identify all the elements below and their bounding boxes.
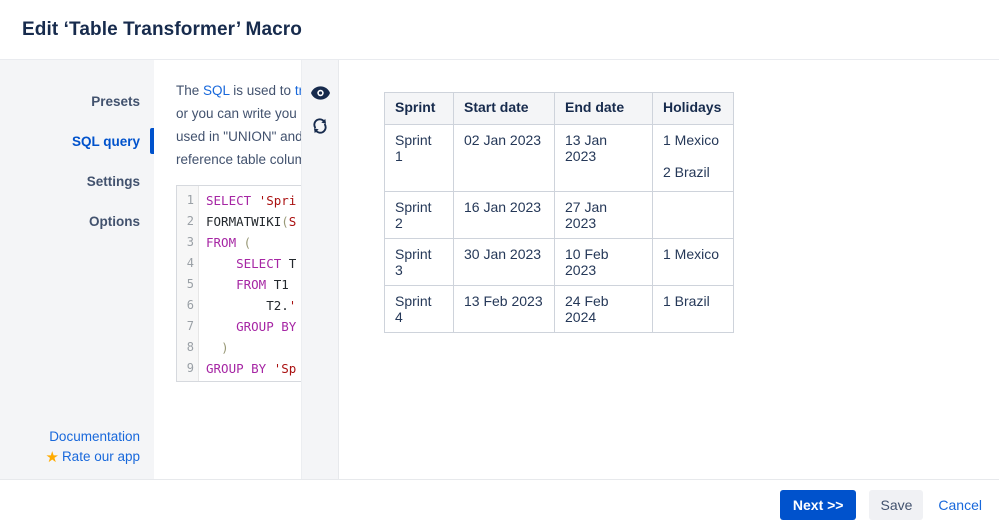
preview-eye-button[interactable]	[310, 83, 330, 103]
sidebar-nav: Presets SQL query Settings Options	[0, 81, 154, 241]
table-cell: Sprint 2	[384, 191, 454, 239]
result-preview-area: Sprint Start date End date Holidays Sprint …	[339, 60, 999, 479]
line-number: 1	[186, 193, 194, 207]
code-line: SELECT 'Spri	[206, 193, 297, 208]
table-cell-holidays	[652, 191, 734, 239]
table-row: Sprint 1 02 Jan 2023 13 Jan 2023 1 Mexico 2 …	[384, 124, 734, 192]
table-cell: 10 Feb 2023	[554, 238, 653, 286]
table-cell: 13 Jan 2023	[554, 124, 653, 192]
description-link[interactable]: tr	[295, 83, 301, 98]
line-number: 8	[186, 340, 194, 354]
table-cell: 13 Feb 2023	[453, 285, 555, 333]
table-header-cell: End date	[554, 92, 653, 125]
line-number: 9	[186, 361, 194, 375]
table-row: Sprint 2 16 Jan 2023 27 Jan 2023	[384, 191, 734, 239]
table-cell-holidays: 1 Mexico	[652, 238, 734, 286]
dialog-footer: Next >> Save Cancel	[0, 480, 999, 530]
table-cell-holidays: 1 Brazil	[652, 285, 734, 333]
description-line: or you can write you	[176, 106, 297, 121]
code-line: T2.'	[206, 298, 297, 313]
sql-editor-panel: The SQL is used to tr or you can write yo…	[154, 60, 302, 479]
description-line: reference table colum	[176, 152, 302, 167]
table-cell-holidays: 1 Mexico 2 Brazil	[652, 124, 734, 192]
star-icon: ★	[45, 449, 59, 466]
line-number: 5	[186, 277, 194, 291]
page-title: Edit ‘Table Transformer’ Macro	[22, 18, 302, 40]
description-link[interactable]: SQL	[203, 83, 230, 98]
table-cell: 24 Feb 2024	[554, 285, 653, 333]
code-line: )	[221, 340, 229, 355]
sidebar-item-sql-query[interactable]: SQL query	[0, 121, 154, 161]
code-line: FROM T1	[236, 277, 289, 292]
refresh-icon	[313, 118, 327, 134]
line-number: 3	[186, 235, 194, 249]
table-header-cell: Holidays	[652, 92, 734, 125]
table-cell: Sprint 4	[384, 285, 454, 333]
table-cell: Sprint 1	[384, 124, 454, 192]
table-header-cell: Sprint	[384, 92, 454, 125]
sidebar-item-presets[interactable]: Presets	[0, 81, 154, 121]
line-number: 2	[186, 214, 194, 228]
dialog-body: Presets SQL query Settings Options Document…	[0, 60, 999, 480]
table-cell: 02 Jan 2023	[453, 124, 555, 192]
sidebar-item-settings[interactable]: Settings	[0, 161, 154, 201]
editor-toolbar	[302, 60, 339, 479]
sql-description: The SQL is used to tr or you can write yo…	[176, 79, 301, 171]
dialog-header: Edit ‘Table Transformer’ Macro	[0, 0, 999, 60]
code-line: GROUP BY 'Sp	[206, 361, 297, 376]
description-line: The SQL is used to tr	[176, 79, 301, 102]
sidebar-links: Documentation ★ Rate our app	[45, 427, 140, 468]
code-line: FORMATWIKI(S	[206, 214, 297, 229]
line-number: 6	[186, 298, 194, 312]
code-line: GROUP BY	[236, 319, 297, 334]
table-cell: 30 Jan 2023	[453, 238, 555, 286]
line-number: 4	[186, 256, 194, 270]
documentation-link[interactable]: Documentation	[49, 429, 140, 444]
table-header-row: Sprint Start date End date Holidays	[384, 92, 734, 125]
refresh-button[interactable]	[310, 116, 330, 136]
next-button[interactable]: Next >>	[779, 490, 857, 520]
sidebar: Presets SQL query Settings Options Document…	[0, 60, 154, 479]
line-number: 7	[186, 319, 194, 333]
sidebar-item-options[interactable]: Options	[0, 201, 154, 241]
sql-code-editor[interactable]: 1 2 3 4 5 6 7 8 9 SELECT 'Spri FORMATWIKI(S FROM (…	[176, 185, 301, 382]
save-button[interactable]: Save	[869, 490, 924, 520]
table-header-cell: Start date	[453, 92, 555, 125]
eye-icon	[310, 86, 330, 100]
table-cell: 16 Jan 2023	[453, 191, 555, 239]
code-content[interactable]: SELECT 'Spri FORMATWIKI(S FROM ( SELECT T …	[199, 186, 296, 381]
rate-our-app-link[interactable]: Rate our app	[62, 449, 140, 464]
description-line: used in "UNION" and	[176, 129, 302, 144]
table-cell: Sprint 3	[384, 238, 454, 286]
table-row: Sprint 4 13 Feb 2023 24 Feb 2024 1 Brazil	[384, 285, 734, 333]
code-line: FROM (	[206, 235, 252, 250]
code-line: SELECT T	[236, 256, 297, 271]
preview-table: Sprint Start date End date Holidays Sprint …	[384, 92, 734, 333]
cancel-link[interactable]: Cancel	[938, 497, 982, 513]
code-line-numbers: 1 2 3 4 5 6 7 8 9	[177, 186, 199, 381]
table-cell: 27 Jan 2023	[554, 191, 653, 239]
table-row: Sprint 3 30 Jan 2023 10 Feb 2023 1 Mexico	[384, 238, 734, 286]
